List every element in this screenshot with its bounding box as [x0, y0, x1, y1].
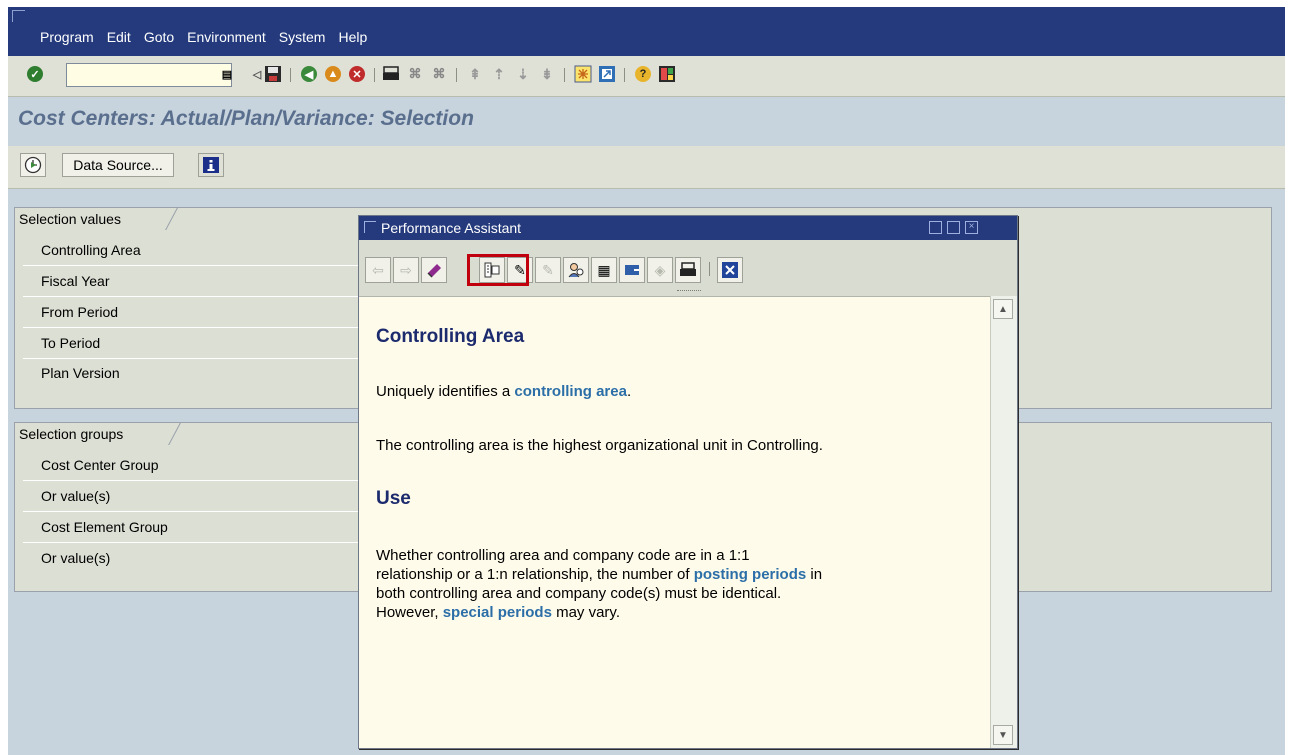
back-arrow-icon[interactable]: ⇦	[365, 257, 391, 283]
vertical-scrollbar[interactable]: ▲ ▼	[990, 296, 1017, 748]
use-line-2-end: in	[806, 566, 823, 583]
customize-layout-icon[interactable]	[656, 63, 678, 85]
command-input[interactable]	[67, 64, 231, 86]
field-label-controlling-area: Controlling Area	[41, 242, 141, 258]
command-history-icon[interactable]: ▤	[216, 63, 238, 85]
next-page-icon[interactable]: ⇣	[512, 63, 534, 85]
field-label-cost-center-values: Or value(s)	[41, 488, 111, 504]
system-toolbar: ✓ ▤ ◁ ◀ ▲ ✕ ⌘ ⌘ ⇞ ⇡ ⇣ ⇟ ?	[8, 56, 1285, 97]
use-line-4: However, special periods may vary.	[376, 603, 822, 622]
menu-goto[interactable]: Goto	[144, 29, 174, 45]
posting-periods-link[interactable]: posting periods	[694, 566, 807, 583]
selection-groups-header: Selection groups	[14, 422, 132, 445]
find-next-icon[interactable]: ⌘	[428, 63, 450, 85]
command-field[interactable]	[66, 63, 232, 87]
definition-text: Uniquely identifies a	[376, 383, 515, 400]
help-subheading-use: Use	[376, 488, 411, 509]
table-of-contents-icon[interactable]: ▦	[591, 257, 617, 283]
assistant-title: Performance Assistant	[381, 220, 522, 236]
help-heading: Controlling Area	[376, 326, 525, 347]
scroll-down-icon[interactable]: ▼	[993, 725, 1013, 745]
previous-page-icon[interactable]: ⇡	[488, 63, 510, 85]
field-label-cost-element-values: Or value(s)	[41, 550, 111, 566]
use-line-3: both controlling area and company code(s…	[376, 585, 782, 602]
maximize-icon[interactable]	[947, 221, 960, 234]
controlling-area-link[interactable]: controlling area	[514, 383, 627, 400]
scroll-up-icon[interactable]: ▲	[993, 299, 1013, 319]
enter-icon[interactable]: ✓	[24, 63, 46, 85]
highlight-box	[467, 254, 529, 286]
help-paragraph-use: Whether controlling area and company cod…	[376, 546, 822, 622]
information-button[interactable]	[198, 153, 224, 177]
menu-bar: Program Edit Goto Environment System Hel…	[8, 7, 1285, 56]
menu-environment[interactable]: Environment	[187, 29, 266, 45]
definition-end: .	[626, 383, 632, 400]
exit-icon[interactable]: ▲	[322, 63, 344, 85]
window-menu-icon[interactable]	[12, 10, 25, 22]
use-line-2: relationship or a 1:n relationship, the …	[376, 565, 822, 584]
back-icon[interactable]: ◀	[298, 63, 320, 85]
create-session-icon[interactable]	[572, 63, 594, 85]
close-window-icon[interactable]: ×	[965, 221, 978, 234]
print-help-icon[interactable]	[675, 257, 701, 283]
create-shortcut-icon[interactable]	[596, 63, 618, 85]
field-label-fiscal-year: Fiscal Year	[41, 273, 110, 289]
menu-help[interactable]: Help	[338, 29, 367, 45]
minimize-icon[interactable]	[929, 221, 942, 234]
find-icon[interactable]: ⌘	[404, 63, 426, 85]
assistant-window-icon[interactable]	[364, 221, 376, 233]
field-label-plan-version: Plan Version	[41, 365, 120, 381]
page-title: Cost Centers: Actual/Plan/Variance: Sele…	[18, 107, 474, 130]
sap-window: Program Edit Goto Environment System Hel…	[8, 7, 1285, 755]
print-icon[interactable]	[380, 63, 402, 85]
data-source-button[interactable]: Data Source...	[62, 153, 174, 177]
close-assistant-button[interactable]	[717, 257, 743, 283]
special-periods-link[interactable]: special periods	[443, 604, 552, 621]
release-notes-icon[interactable]: ◈	[647, 257, 673, 283]
menu-program[interactable]: Program	[40, 29, 94, 45]
execute-button[interactable]	[20, 153, 46, 177]
information-icon	[203, 157, 219, 173]
user-settings-icon[interactable]	[563, 257, 589, 283]
save-icon[interactable]	[262, 63, 284, 85]
field-label-cost-center-group: Cost Center Group	[41, 457, 159, 473]
forward-arrow-icon[interactable]: ⇨	[393, 257, 419, 283]
selection-values-header: Selection values	[14, 207, 129, 230]
execute-icon	[24, 156, 42, 174]
translate-icon[interactable]: ✎	[535, 257, 561, 283]
help-icon[interactable]: ?	[632, 63, 654, 85]
use-line-4-end: may vary.	[551, 604, 620, 621]
field-label-cost-element-group: Cost Element Group	[41, 519, 168, 535]
first-page-icon[interactable]: ⇞	[464, 63, 486, 85]
field-label-to-period: To Period	[41, 335, 101, 351]
cancel-icon[interactable]: ✕	[346, 63, 368, 85]
help-paragraph-definition: Uniquely identifies a controlling area.	[376, 382, 631, 401]
application-toolbar: Data Source...	[8, 146, 1285, 189]
use-line-1: Whether controlling area and company cod…	[376, 547, 750, 564]
use-line-2-text: relationship or a 1:n relationship, the …	[376, 566, 694, 583]
assistant-toolbar: ⇦ ⇨ ✎ ✎ ▦ ◈	[359, 240, 1017, 297]
application-help-icon[interactable]	[421, 257, 447, 283]
close-icon	[722, 262, 738, 278]
menu-edit[interactable]: Edit	[107, 29, 131, 45]
resize-grip[interactable]	[677, 290, 701, 293]
last-page-icon[interactable]: ⇟	[536, 63, 558, 85]
glossary-icon[interactable]	[619, 257, 645, 283]
field-label-from-period: From Period	[41, 304, 119, 320]
help-paragraph-description: The controlling area is the highest orga…	[376, 437, 823, 454]
use-line-4-text: However,	[376, 604, 443, 621]
assistant-content: Controlling Area Uniquely identifies a c…	[359, 296, 983, 748]
menu-system[interactable]: System	[279, 29, 326, 45]
assistant-title-bar[interactable]: Performance Assistant ×	[359, 216, 1017, 240]
performance-assistant-window: Performance Assistant × ⇦ ⇨ ✎ ✎ ▦ ◈ Cont…	[358, 215, 1018, 749]
